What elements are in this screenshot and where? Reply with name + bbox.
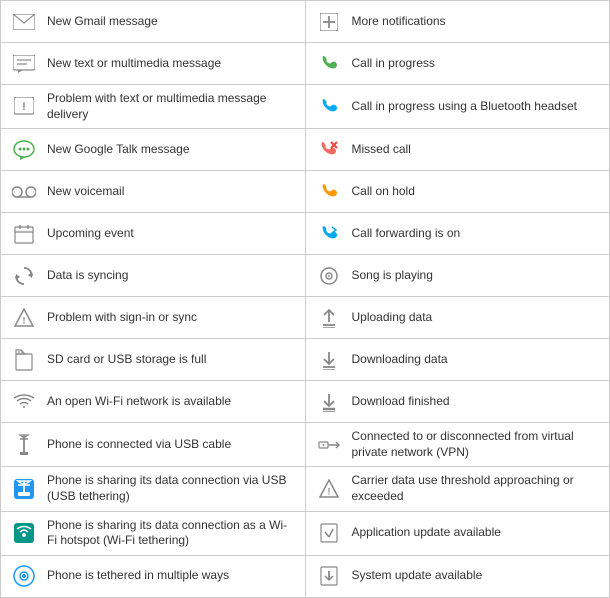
table-cell-r6-c1: Song is playing: [306, 255, 610, 297]
sms-problem-icon: !: [9, 97, 39, 117]
table-cell-r13-c0: Phone is tethered in multiple ways: [1, 556, 306, 598]
download-finished-icon: [314, 392, 344, 412]
cell-text: Missed call: [352, 142, 602, 158]
cell-text: Call on hold: [352, 184, 602, 200]
signin-problem-icon: !: [9, 308, 39, 328]
cell-text: New Gmail message: [47, 14, 297, 30]
cell-text: Uploading data: [352, 310, 602, 326]
table-cell-r13-c1: System update available: [306, 556, 610, 598]
cell-text: SD card or USB storage is full: [47, 352, 297, 368]
table-cell-r11-c1: ! Carrier data use threshold approaching …: [306, 467, 610, 511]
tethered-icon: [9, 565, 39, 587]
cell-text: Call in progress using a Bluetooth heads…: [352, 99, 602, 115]
table-cell-r12-c1: Application update available: [306, 512, 610, 556]
vpn-icon: [314, 438, 344, 452]
table-cell-r4-c0: New voicemail: [1, 171, 306, 213]
cell-text: Upcoming event: [47, 226, 297, 242]
table-cell-r7-c0: ! Problem with sign-in or sync: [1, 297, 306, 339]
table-cell-r11-c0: Phone is sharing its data connection via…: [1, 467, 306, 511]
voicemail-icon: [9, 185, 39, 199]
table-cell-r5-c0: Upcoming event: [1, 213, 306, 255]
table-cell-r12-c0: Phone is sharing its data connection as …: [1, 512, 306, 556]
table-cell-r1-c1: Call in progress: [306, 43, 610, 85]
cell-text: Download finished: [352, 394, 602, 410]
table-cell-r10-c0: Phone is connected via USB cable: [1, 423, 306, 467]
usb-connected-icon: [9, 434, 39, 456]
app-update-icon: [314, 523, 344, 543]
cell-text: New voicemail: [47, 184, 297, 200]
cell-text: Phone is sharing its data connection via…: [47, 473, 297, 504]
data-syncing-icon: [9, 266, 39, 286]
table-cell-r8-c0: SD card or USB storage is full: [1, 339, 306, 381]
upcoming-event-icon: [9, 224, 39, 244]
table-cell-r6-c0: Data is syncing: [1, 255, 306, 297]
cell-text: Problem with sign-in or sync: [47, 310, 297, 326]
usb-tethering-icon: [9, 478, 39, 500]
table-cell-r10-c1: Connected to or disconnected from virtua…: [306, 423, 610, 467]
table-cell-r5-c1: Call forwarding is on: [306, 213, 610, 255]
gmail-icon: [9, 14, 39, 30]
table-cell-r1-c0: New text or multimedia message: [1, 43, 306, 85]
wifi-available-icon: [9, 394, 39, 410]
table-cell-r3-c1: Missed call: [306, 129, 610, 171]
table-cell-r2-c1: Call in progress using a Bluetooth heads…: [306, 85, 610, 129]
table-cell-r7-c1: Uploading data: [306, 297, 610, 339]
song-playing-icon: [314, 267, 344, 285]
cell-text: New Google Talk message: [47, 142, 297, 158]
cell-text: Data is syncing: [47, 268, 297, 284]
cell-text: Phone is connected via USB cable: [47, 437, 297, 453]
cell-text: Phone is tethered in multiple ways: [47, 568, 297, 584]
table-cell-r9-c1: Download finished: [306, 381, 610, 423]
table-cell-r8-c1: Downloading data: [306, 339, 610, 381]
svg-text:!: !: [22, 101, 26, 113]
cell-text: New text or multimedia message: [47, 56, 297, 72]
svg-text:!: !: [23, 315, 26, 325]
cell-text: Application update available: [352, 525, 602, 541]
cell-text: Problem with text or multimedia message …: [47, 91, 297, 122]
sms-icon: [9, 55, 39, 73]
sd-card-icon: [9, 349, 39, 371]
cell-text: Connected to or disconnected from virtua…: [352, 429, 602, 460]
table-cell-r0-c0: New Gmail message: [1, 1, 306, 43]
table-cell-r9-c0: An open Wi-Fi network is available: [1, 381, 306, 423]
call-hold-icon: [314, 183, 344, 201]
call-forwarding-icon: [314, 225, 344, 243]
cell-text: Song is playing: [352, 268, 602, 284]
call-bluetooth-icon: [314, 98, 344, 116]
cell-text: Call in progress: [352, 56, 602, 72]
more-notifications-icon: [314, 13, 344, 31]
wifi-hotspot-icon: [9, 522, 39, 544]
table-cell-r4-c1: Call on hold: [306, 171, 610, 213]
cell-text: An open Wi-Fi network is available: [47, 394, 297, 410]
notification-icons-table: New Gmail message More notifications New t…: [0, 0, 610, 598]
cell-text: More notifications: [352, 14, 602, 30]
uploading-icon: [314, 308, 344, 328]
gtalk-icon: [9, 140, 39, 160]
svg-text:!: !: [327, 486, 330, 496]
downloading-icon: [314, 350, 344, 370]
cell-text: Carrier data use threshold approaching o…: [352, 473, 602, 504]
cell-text: Downloading data: [352, 352, 602, 368]
cell-text: System update available: [352, 568, 602, 584]
cell-text: Phone is sharing its data connection as …: [47, 518, 297, 549]
cell-text: Call forwarding is on: [352, 226, 602, 242]
table-cell-r3-c0: New Google Talk message: [1, 129, 306, 171]
table-cell-r0-c1: More notifications: [306, 1, 610, 43]
missed-call-icon: [314, 141, 344, 159]
system-update-icon: [314, 566, 344, 586]
call-in-progress-icon: [314, 55, 344, 73]
table-cell-r2-c0: ! Problem with text or multimedia message…: [1, 85, 306, 129]
carrier-threshold-icon: !: [314, 479, 344, 499]
